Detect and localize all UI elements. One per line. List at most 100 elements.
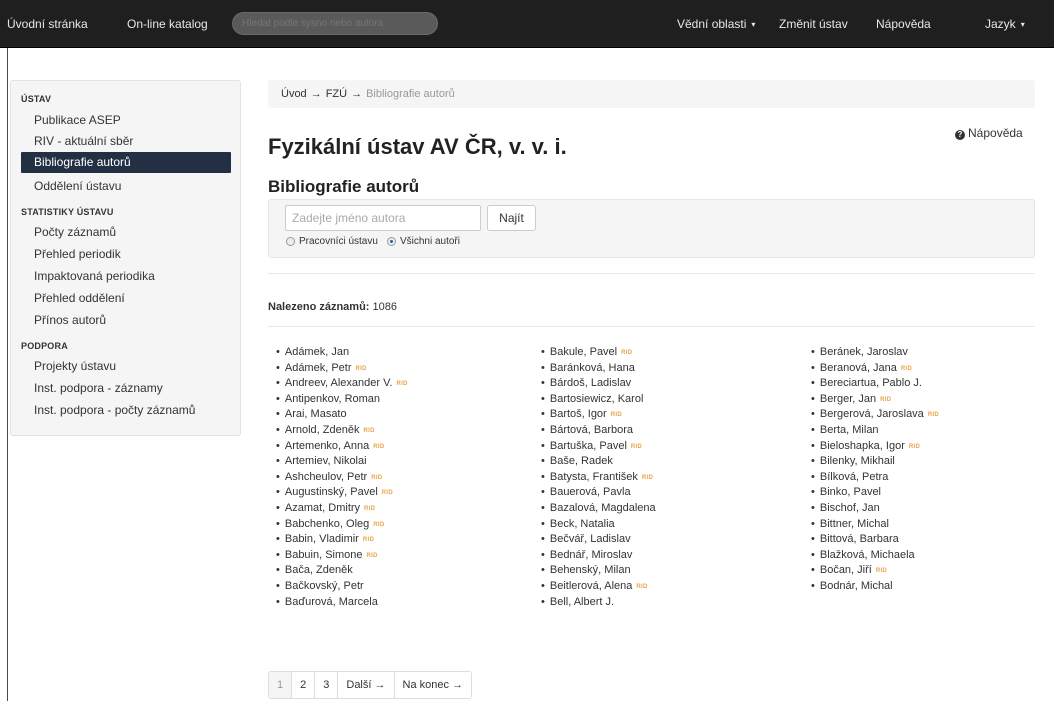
author-list-item[interactable]: Behenský, Milan: [541, 563, 656, 579]
author-name-link[interactable]: Bell, Albert J.: [550, 596, 614, 608]
author-list-item[interactable]: Babchenko, Oleg RID: [276, 517, 408, 533]
sidebar-item-projekty-ustavu[interactable]: Projekty ústavu: [21, 356, 231, 377]
author-name-link[interactable]: Beitlerová, Alena: [550, 580, 633, 592]
author-list-item[interactable]: Ashcheulov, Petr RID: [276, 470, 408, 486]
author-list-item[interactable]: Antipenkov, Roman: [276, 392, 408, 408]
author-name-link[interactable]: Antipenkov, Roman: [285, 393, 380, 405]
author-name-link[interactable]: Azamat, Dmitry: [285, 502, 360, 514]
researcher-id-icon[interactable]: RID: [397, 377, 408, 393]
researcher-id-icon[interactable]: RID: [373, 518, 384, 534]
author-list-item[interactable]: Adámek, Petr RID: [276, 361, 408, 377]
author-list-item[interactable]: Beck, Natalia: [541, 517, 656, 533]
author-list-item[interactable]: Bočan, Jiří RID: [811, 563, 939, 579]
author-list-item[interactable]: Binko, Pavel: [811, 485, 939, 501]
sidebar-item-impaktovana-periodika[interactable]: Impaktovaná periodika: [21, 266, 231, 287]
breadcrumb-fzu-link[interactable]: FZÚ: [326, 88, 347, 100]
page-1-link[interactable]: 1: [269, 672, 292, 698]
author-name-link[interactable]: Bauerová, Pavla: [550, 486, 631, 498]
author-list-item[interactable]: Bača, Zdeněk: [276, 563, 408, 579]
author-name-input[interactable]: [285, 205, 481, 231]
author-list-item[interactable]: Bartoš, Igor RID: [541, 407, 656, 423]
author-list-item[interactable]: Bereciartua, Pablo J.: [811, 376, 939, 392]
author-name-link[interactable]: Bača, Zdeněk: [285, 564, 353, 576]
nav-help-label[interactable]: Nápověda: [876, 17, 931, 31]
author-list-item[interactable]: Bell, Albert J.: [541, 595, 656, 611]
author-name-link[interactable]: Beranová, Jana: [820, 362, 897, 374]
author-list-item[interactable]: Bischof, Jan: [811, 501, 939, 517]
author-name-link[interactable]: Bilenky, Mikhail: [820, 455, 895, 467]
researcher-id-icon[interactable]: RID: [371, 471, 382, 487]
sysno-author-search-input[interactable]: [232, 12, 438, 35]
author-name-link[interactable]: Babchenko, Oleg: [285, 518, 369, 530]
nav-change-inst-label[interactable]: Změnit ústav: [779, 17, 848, 31]
researcher-id-icon[interactable]: RID: [636, 580, 647, 596]
author-name-link[interactable]: Bischof, Jan: [820, 502, 880, 514]
breadcrumb-home-link[interactable]: Úvod: [281, 88, 307, 100]
author-list-item[interactable]: Bazalová, Magdalena: [541, 501, 656, 517]
author-name-link[interactable]: Beránek, Jaroslav: [820, 346, 908, 358]
author-list-item[interactable]: Bergerová, Jaroslava RID: [811, 407, 939, 423]
researcher-id-icon[interactable]: RID: [621, 346, 632, 362]
author-name-link[interactable]: Artemenko, Anna: [285, 440, 369, 452]
author-list-item[interactable]: Babin, Vladimir RID: [276, 532, 408, 548]
researcher-id-icon[interactable]: RID: [901, 362, 912, 378]
author-list-item[interactable]: Batysta, František RID: [541, 470, 656, 486]
author-list-item[interactable]: Beránek, Jaroslav: [811, 345, 939, 361]
sidebar-item-prinos-autoru[interactable]: Přínos autorů: [21, 310, 231, 331]
author-list-item[interactable]: Bakule, Pavel RID: [541, 345, 656, 361]
next-page-link[interactable]: Další →: [337, 672, 394, 698]
author-list-item[interactable]: Berger, Jan RID: [811, 392, 939, 408]
author-name-link[interactable]: Bílková, Petra: [820, 471, 888, 483]
author-list-item[interactable]: Bauerová, Pavla: [541, 485, 656, 501]
author-list-item[interactable]: Baše, Radek: [541, 454, 656, 470]
radio-all-authors[interactable]: [386, 237, 396, 246]
author-name-link[interactable]: Augustinský, Pavel: [285, 486, 378, 498]
author-name-link[interactable]: Bečvář, Ladislav: [550, 533, 631, 545]
nav-change-inst-link[interactable]: Změnit ústav: [779, 0, 848, 48]
nav-help-link[interactable]: Nápověda: [876, 0, 931, 48]
author-list-item[interactable]: Augustinský, Pavel RID: [276, 485, 408, 501]
nav-fields-label[interactable]: Vědní oblasti: [677, 17, 746, 31]
author-list-item[interactable]: Baďurová, Marcela: [276, 595, 408, 611]
nav-home-link[interactable]: Úvodní stránka: [7, 0, 88, 48]
author-name-link[interactable]: Bieloshapka, Igor: [820, 440, 905, 452]
author-list-item[interactable]: Bártová, Barbora: [541, 423, 656, 439]
author-name-link[interactable]: Bednář, Miroslav: [550, 549, 633, 561]
researcher-id-icon[interactable]: RID: [880, 393, 891, 409]
author-name-link[interactable]: Babuin, Simone: [285, 549, 363, 561]
author-name-link[interactable]: Berta, Milan: [820, 424, 879, 436]
author-name-link[interactable]: Bittner, Michal: [820, 518, 889, 530]
sidebar-item-inst-podpora-zaznamy[interactable]: Inst. podpora - záznamy: [21, 378, 231, 399]
author-list-item[interactable]: Bačkovský, Petr: [276, 579, 408, 595]
author-list-item[interactable]: Adámek, Jan: [276, 345, 408, 361]
page-3-link[interactable]: 3: [314, 672, 338, 698]
author-name-link[interactable]: Bartosiewicz, Karol: [550, 393, 644, 405]
researcher-id-icon[interactable]: RID: [909, 440, 920, 456]
author-name-link[interactable]: Andreev, Alexander V.: [285, 377, 393, 389]
author-name-link[interactable]: Arai, Masato: [285, 408, 347, 420]
researcher-id-icon[interactable]: RID: [373, 440, 384, 456]
author-list-item[interactable]: Bittová, Barbara: [811, 532, 939, 548]
author-name-link[interactable]: Adámek, Jan: [285, 346, 349, 358]
author-list-item[interactable]: Bilenky, Mikhail: [811, 454, 939, 470]
sidebar-item-prehled-periodik[interactable]: Přehled periodik: [21, 244, 231, 265]
author-name-link[interactable]: Bartoš, Igor: [550, 408, 607, 420]
author-list-item[interactable]: Azamat, Dmitry RID: [276, 501, 408, 517]
author-name-link[interactable]: Bittová, Barbara: [820, 533, 899, 545]
author-name-link[interactable]: Batysta, František: [550, 471, 638, 483]
nav-fields-dropdown[interactable]: Vědní oblasti ▾: [677, 0, 755, 48]
sidebar-item-pocty-zaznamu[interactable]: Počty záznamů: [21, 222, 231, 243]
author-name-link[interactable]: Bazalová, Magdalena: [550, 502, 656, 514]
author-name-link[interactable]: Baďurová, Marcela: [285, 596, 378, 608]
author-list-item[interactable]: Berta, Milan: [811, 423, 939, 439]
last-page-link[interactable]: Na konec →: [393, 672, 472, 698]
page-2-link[interactable]: 2: [291, 672, 315, 698]
author-name-link[interactable]: Berger, Jan: [820, 393, 876, 405]
sidebar-item-oddeleni-ustavu[interactable]: Oddělení ústavu: [21, 176, 231, 197]
author-list-item[interactable]: Artemenko, Anna RID: [276, 439, 408, 455]
researcher-id-icon[interactable]: RID: [363, 533, 374, 549]
researcher-id-icon[interactable]: RID: [611, 408, 622, 424]
author-name-link[interactable]: Bergerová, Jaroslava: [820, 408, 924, 420]
sidebar-item-prehled-oddeleni[interactable]: Přehled oddělení: [21, 288, 231, 309]
author-list-item[interactable]: Blažková, Michaela: [811, 548, 939, 564]
